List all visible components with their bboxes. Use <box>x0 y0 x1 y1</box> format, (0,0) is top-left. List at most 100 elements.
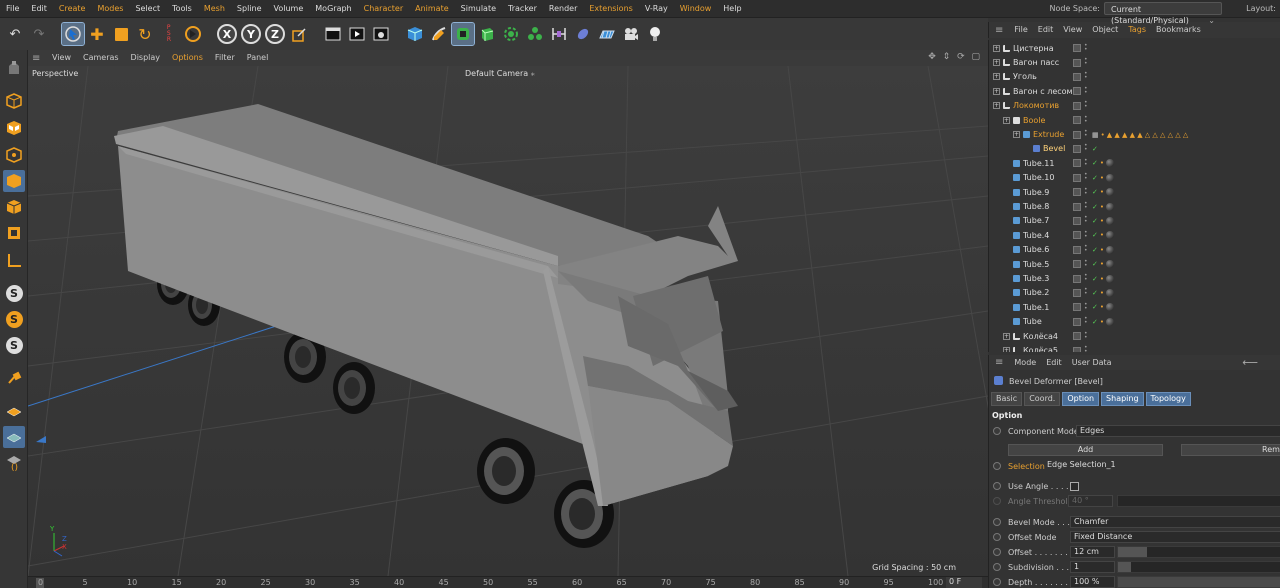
phong-tag-icon[interactable]: • <box>1100 303 1104 311</box>
animate-dot-icon[interactable] <box>993 482 1001 490</box>
floor-icon[interactable] <box>596 23 618 45</box>
om-menu-edit[interactable]: Edit <box>1033 22 1059 38</box>
layer-toggle-icon[interactable] <box>1073 87 1081 96</box>
layer-toggle-icon[interactable] <box>1073 231 1081 240</box>
attr-menu-edit[interactable]: Edit <box>1041 358 1067 367</box>
animate-dot-icon[interactable] <box>993 497 1001 505</box>
object-name[interactable]: Tube.2 <box>1023 288 1049 297</box>
camera-icon[interactable] <box>620 23 642 45</box>
menu-help[interactable]: Help <box>717 0 747 18</box>
viewport-nav-icons[interactable]: ✥ ⇕ ⟳ ▢ <box>928 52 982 62</box>
viewport-menu-cameras[interactable]: Cameras <box>77 50 125 66</box>
check-icon[interactable]: ✓ <box>1092 217 1098 225</box>
object-name[interactable]: Tube.1 <box>1023 303 1049 312</box>
check-icon[interactable]: ✓ <box>1092 188 1098 196</box>
visibility-dots-icon[interactable]: • • <box>1084 71 1088 81</box>
offset-mode-select[interactable]: Fixed Distance <box>1070 531 1280 543</box>
viewport-menu-options[interactable]: Options <box>166 50 209 66</box>
object-row[interactable]: Tube.1 • • ✓ • <box>989 300 1280 314</box>
phong-tag-icon[interactable]: • <box>1100 203 1104 211</box>
object-row[interactable]: Tube.8 • • ✓ • <box>989 199 1280 213</box>
visibility-dots-icon[interactable]: • • <box>1084 114 1088 125</box>
model-mode-icon[interactable] <box>3 90 25 112</box>
check-icon[interactable]: ✓ <box>1092 275 1098 283</box>
object-row[interactable]: Bevel • • ✓ <box>989 142 1280 156</box>
cloner-icon[interactable] <box>500 23 522 45</box>
object-row[interactable]: Tube.10 • • ✓ • <box>989 171 1280 185</box>
expand-toggle-icon[interactable] <box>1003 160 1010 167</box>
check-icon[interactable]: ✓ <box>1092 159 1098 167</box>
animate-dot-icon[interactable] <box>993 427 1001 435</box>
expand-toggle-icon[interactable] <box>1003 174 1010 181</box>
animate-dot-icon[interactable] <box>993 462 1001 470</box>
object-row[interactable]: Tube • • ✓ • <box>989 315 1280 329</box>
expand-toggle-icon[interactable]: + <box>1003 347 1010 352</box>
tweak-icon[interactable] <box>3 368 25 390</box>
expand-toggle-icon[interactable] <box>1003 304 1010 311</box>
om-menu-view[interactable]: View <box>1058 22 1087 38</box>
menu-mesh[interactable]: Mesh <box>198 0 231 18</box>
expand-toggle-icon[interactable]: + <box>993 102 1000 110</box>
phong-tag-icon[interactable]: • <box>1100 246 1104 254</box>
visibility-dots-icon[interactable]: • • <box>1084 186 1088 197</box>
menu-render[interactable]: Render <box>543 0 583 18</box>
object-name[interactable]: Tube.8 <box>1023 202 1049 211</box>
component-mode-select[interactable]: Edges <box>1076 425 1280 437</box>
menu-spline[interactable]: Spline <box>231 0 268 18</box>
object-name[interactable]: Extrude <box>1033 130 1064 139</box>
material-tag-icon[interactable] <box>1106 216 1115 225</box>
selection-field[interactable]: Edge Selection_1 <box>1044 460 1280 472</box>
check-icon[interactable]: ✓ <box>1092 303 1098 311</box>
tab-coord[interactable]: Coord. <box>1024 392 1061 406</box>
tab-basic[interactable]: Basic <box>991 392 1023 406</box>
object-name[interactable]: Boole <box>1023 116 1045 125</box>
make-editable-icon[interactable] <box>3 56 25 78</box>
object-name[interactable]: Tube.3 <box>1023 274 1049 283</box>
subdivision-slider[interactable] <box>1117 561 1280 573</box>
expand-toggle-icon[interactable]: + <box>993 73 1000 81</box>
pen-icon[interactable] <box>428 23 450 45</box>
extrude-icon[interactable] <box>476 23 498 45</box>
phong-tag-icon[interactable]: • <box>1101 131 1105 139</box>
layer-toggle-icon[interactable] <box>1073 173 1081 182</box>
expand-toggle-icon[interactable]: + <box>993 59 1000 67</box>
visibility-dots-icon[interactable]: • • <box>1084 143 1088 153</box>
menu-character[interactable]: Character <box>358 0 410 18</box>
layout-label[interactable]: Layout: <box>1246 4 1276 13</box>
material-tag-icon[interactable] <box>1106 202 1115 211</box>
layer-toggle-icon[interactable] <box>1073 44 1081 53</box>
render-view-icon[interactable] <box>322 23 344 45</box>
expand-toggle-icon[interactable]: + <box>1013 131 1020 139</box>
angle-threshold-slider[interactable] <box>1117 495 1280 507</box>
array-icon[interactable] <box>524 23 546 45</box>
phong-tag-icon[interactable]: • <box>1100 174 1104 182</box>
om-menu-file[interactable]: File <box>1009 22 1032 38</box>
object-name[interactable]: Bevel <box>1043 144 1065 153</box>
object-name[interactable]: Вагон с лесом <box>1013 87 1073 96</box>
x-axis-icon[interactable]: X <box>216 23 238 45</box>
layer-toggle-icon[interactable] <box>1073 58 1081 67</box>
scale-icon[interactable] <box>110 23 132 45</box>
polygons-mode-icon[interactable] <box>3 222 25 244</box>
check-icon[interactable]: ✓ <box>1092 289 1098 297</box>
tab-shaping[interactable]: Shaping <box>1101 392 1144 406</box>
workplane-icon[interactable] <box>3 400 25 422</box>
layer-toggle-icon[interactable] <box>1073 202 1081 211</box>
layer-toggle-icon[interactable] <box>1073 130 1081 139</box>
viewport-menu-panel[interactable]: Panel <box>241 50 275 66</box>
expand-toggle-icon[interactable]: + <box>1003 332 1010 340</box>
z-axis-icon[interactable]: Z <box>264 23 286 45</box>
expand-toggle-icon[interactable] <box>1003 189 1010 196</box>
rotate-icon[interactable]: ↻ <box>134 23 156 45</box>
expand-toggle-icon[interactable] <box>1003 203 1010 210</box>
material-tag-icon[interactable] <box>1106 231 1115 240</box>
material-tag-icon[interactable] <box>1106 260 1115 269</box>
layer-toggle-icon[interactable] <box>1073 274 1081 283</box>
back-arrow-icon[interactable]: ⟵ <box>1242 356 1258 369</box>
animate-dot-icon[interactable] <box>993 563 1001 571</box>
layer-toggle-icon[interactable] <box>1073 245 1081 254</box>
offset-slider[interactable] <box>1117 546 1280 558</box>
render-picture-viewer-icon[interactable] <box>346 23 368 45</box>
animate-dot-icon[interactable] <box>993 548 1001 556</box>
layer-toggle-icon[interactable] <box>1073 72 1081 81</box>
